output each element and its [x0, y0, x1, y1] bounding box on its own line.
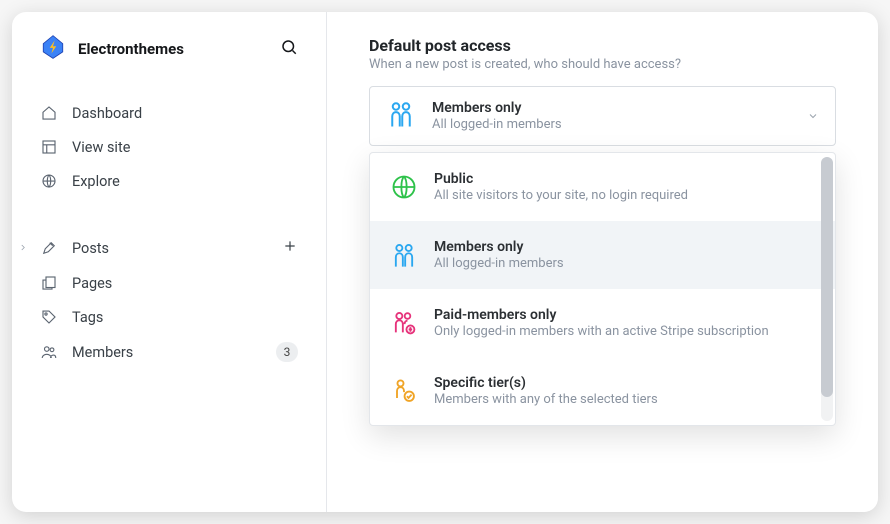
option-specific-tiers[interactable]: Specific tier(s) Members with any of the… — [370, 357, 835, 425]
tag-icon — [40, 308, 58, 326]
edit-icon — [40, 239, 58, 257]
sidebar-item-label: Dashboard — [72, 105, 142, 122]
brand[interactable]: Electronthemes — [40, 34, 184, 64]
option-title: Specific tier(s) — [434, 375, 658, 391]
brand-name: Electronthemes — [78, 40, 184, 58]
option-public[interactable]: Public All site visitors to your site, n… — [370, 153, 835, 221]
brand-row: Electronthemes — [32, 34, 306, 74]
members-icon — [390, 239, 418, 269]
option-subtitle: All logged-in members — [434, 256, 564, 271]
section-subtitle: When a new post is created, who should h… — [369, 57, 836, 72]
sidebar-item-label: Explore — [72, 173, 120, 190]
app-window: Electronthemes Dashboard View site — [12, 12, 878, 512]
main-panel: Default post access When a new post is c… — [327, 12, 878, 512]
selected-subtitle: All logged-in members — [432, 117, 562, 132]
members-icon — [40, 343, 58, 361]
access-dropdown: Public All site visitors to your site, n… — [369, 152, 836, 426]
sidebar-item-dashboard[interactable]: Dashboard — [32, 96, 306, 130]
dropdown-list[interactable]: Public All site visitors to your site, n… — [370, 153, 835, 425]
plus-icon[interactable] — [282, 238, 298, 258]
layout-icon — [40, 138, 58, 156]
sidebar-item-explore[interactable]: Explore — [32, 164, 306, 198]
option-subtitle: Members with any of the selected tiers — [434, 392, 658, 407]
sidebar-item-posts[interactable]: Posts — [32, 230, 306, 266]
sidebar-item-tags[interactable]: Tags — [32, 300, 306, 334]
chevron-right-icon — [18, 240, 28, 257]
section-title: Default post access — [369, 36, 836, 55]
option-title: Members only — [434, 239, 564, 255]
nav-primary: Dashboard View site Explore — [32, 96, 306, 198]
sidebar-item-pages[interactable]: Pages — [32, 266, 306, 300]
home-icon — [40, 104, 58, 122]
access-select[interactable]: Members only All logged-in members — [369, 86, 836, 146]
sidebar-item-label: Posts — [72, 240, 109, 257]
chevron-down-icon — [807, 107, 819, 126]
copy-icon — [40, 274, 58, 292]
sidebar-item-view-site[interactable]: View site — [32, 130, 306, 164]
paid-members-icon — [390, 307, 418, 337]
members-count-badge: 3 — [276, 342, 298, 362]
globe-icon — [390, 171, 418, 201]
members-icon — [386, 99, 416, 133]
option-subtitle: All site visitors to your site, no login… — [434, 188, 688, 203]
option-title: Paid-members only — [434, 307, 769, 323]
scrollbar-thumb[interactable] — [821, 157, 833, 397]
option-members-only[interactable]: Members only All logged-in members — [370, 221, 835, 289]
selected-title: Members only — [432, 100, 562, 116]
specific-tier-icon — [390, 375, 418, 405]
sidebar: Electronthemes Dashboard View site — [12, 12, 327, 512]
search-icon[interactable] — [280, 38, 298, 60]
fade-overlay — [327, 482, 878, 512]
selected-text: Members only All logged-in members — [432, 100, 562, 132]
sidebar-item-label: View site — [72, 139, 130, 156]
option-subtitle: Only logged-in members with an active St… — [434, 324, 769, 339]
bolt-logo-icon — [40, 34, 66, 64]
globe-icon — [40, 172, 58, 190]
sidebar-item-label: Tags — [72, 309, 103, 326]
sidebar-item-label: Members — [72, 344, 133, 361]
option-title: Public — [434, 171, 688, 187]
nav-secondary: Posts Pages Tags M — [32, 230, 306, 370]
sidebar-item-label: Pages — [72, 275, 112, 292]
sidebar-item-members[interactable]: Members 3 — [32, 334, 306, 370]
option-paid-members[interactable]: Paid-members only Only logged-in members… — [370, 289, 835, 357]
